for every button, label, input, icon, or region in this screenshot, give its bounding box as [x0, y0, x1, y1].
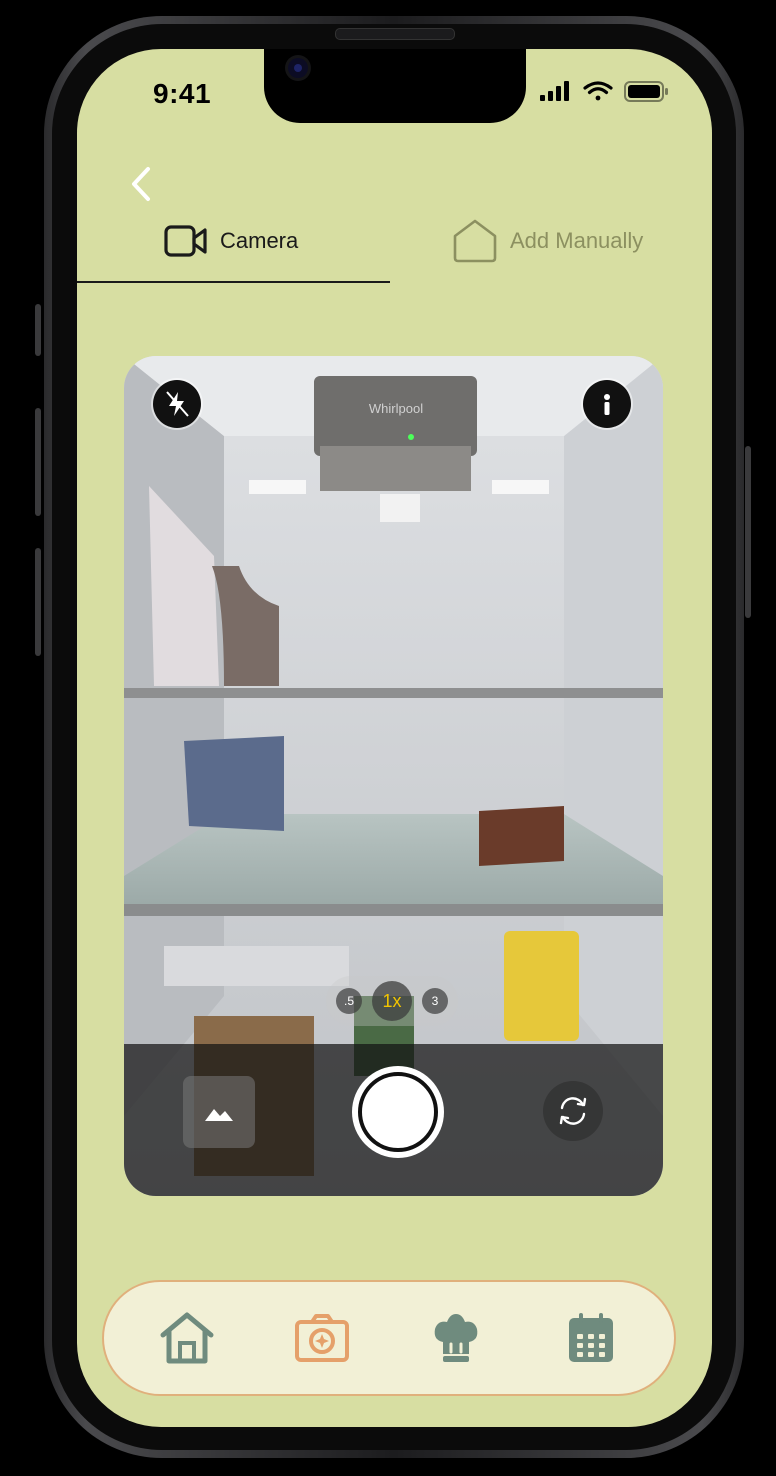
- gallery-button[interactable]: [183, 1076, 255, 1148]
- video-camera-icon: [164, 225, 207, 257]
- chevron-left-icon: [132, 167, 150, 201]
- active-tab-indicator: [77, 281, 390, 283]
- cellular-signal-icon: [540, 81, 569, 101]
- front-camera: [288, 58, 308, 78]
- zoom-3-button[interactable]: 3: [422, 988, 448, 1014]
- flip-camera-button[interactable]: [543, 1081, 603, 1141]
- nav-calendar[interactable]: [561, 1308, 621, 1368]
- flash-toggle-button[interactable]: [153, 380, 201, 428]
- flip-camera-icon: [559, 1097, 587, 1125]
- info-icon: [604, 394, 610, 415]
- tab-add-manually[interactable]: Add Manually: [452, 218, 643, 264]
- fridge-brand-label: Whirlpool: [369, 401, 423, 416]
- back-button[interactable]: [124, 164, 158, 204]
- calendar-icon: [569, 1313, 613, 1362]
- info-button[interactable]: [583, 380, 631, 428]
- status-icons: [540, 80, 670, 111]
- shutter-inner-ring: [358, 1072, 438, 1152]
- power-button: [745, 446, 751, 618]
- nav-home[interactable]: [157, 1308, 217, 1368]
- earpiece-speaker: [335, 28, 455, 40]
- shutter-button[interactable]: [352, 1066, 444, 1158]
- tab-camera-label: Camera: [220, 228, 299, 253]
- zoom-1x-button[interactable]: 1x: [372, 981, 412, 1021]
- battery-icon: [624, 81, 668, 102]
- status-time: 9:41: [153, 78, 212, 109]
- gallery-mountain-icon: [205, 1109, 233, 1121]
- house-outline-icon: [453, 219, 497, 263]
- wifi-icon: [583, 81, 613, 101]
- volume-down-button: [35, 548, 41, 656]
- home-icon: [160, 1312, 214, 1364]
- tab-add-manually-label: Add Manually: [510, 228, 644, 253]
- mute-switch: [35, 304, 41, 356]
- zoom-0.5-button[interactable]: .5: [336, 988, 362, 1014]
- volume-up-button: [35, 408, 41, 516]
- camera-icon: [295, 1314, 349, 1362]
- tab-camera[interactable]: Camera: [164, 218, 298, 264]
- nav-recipes[interactable]: [426, 1308, 486, 1368]
- chef-hat-icon: [434, 1314, 478, 1362]
- nav-camera[interactable]: [292, 1308, 352, 1368]
- flash-off-icon: [166, 391, 189, 417]
